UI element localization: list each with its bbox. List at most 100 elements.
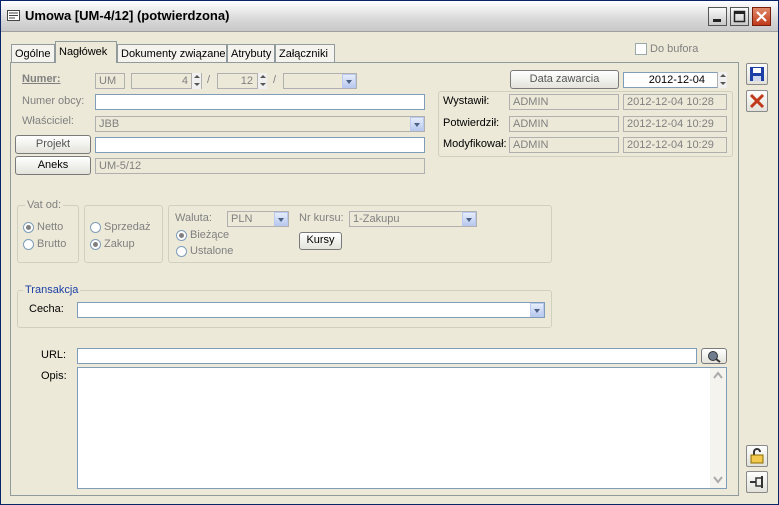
- maximize-button[interactable]: [730, 7, 749, 26]
- chevron-down-icon[interactable]: [530, 303, 544, 317]
- numer-obcy-label: Numer obcy:: [22, 95, 85, 107]
- tab-label: Załączniki: [279, 48, 328, 60]
- nr-kursu-value: 1-Zakupu: [353, 213, 400, 225]
- cecha-label: Cecha:: [29, 303, 64, 315]
- vat-netto-radio[interactable]: [23, 222, 34, 233]
- url-label: URL:: [41, 349, 67, 361]
- wystawil-date: 2012-12-04 10:28: [623, 94, 727, 110]
- window-title: Umowa [UM-4/12] (potwierdzona): [25, 8, 230, 23]
- url-browse-button[interactable]: [701, 348, 727, 364]
- pin-button[interactable]: [746, 471, 768, 493]
- sprzedaz-label: Sprzedaż: [104, 221, 151, 233]
- numer-obcy-input[interactable]: [95, 94, 425, 110]
- minimize-button[interactable]: [708, 7, 727, 26]
- tab-label: Nagłówek: [59, 46, 108, 58]
- contract-window: Umowa [UM-4/12] (potwierdzona) Ogólne Na…: [0, 0, 779, 505]
- save-button[interactable]: [746, 63, 768, 85]
- kurs-biezace-radio[interactable]: [176, 230, 187, 241]
- kurs-ustalone-radio[interactable]: [176, 246, 187, 257]
- pin-icon: [750, 476, 763, 488]
- nr-kursu-select[interactable]: 1-Zakupu: [349, 211, 477, 227]
- cancel-button[interactable]: [746, 90, 768, 112]
- projekt-button[interactable]: Projekt: [15, 135, 91, 154]
- opis-label: Opis:: [41, 370, 67, 382]
- transakcja-legend: Transakcja: [23, 284, 81, 296]
- close-window-button[interactable]: [752, 7, 771, 26]
- numer-separator: /: [273, 74, 277, 86]
- tab-label: Atrybuty: [231, 48, 272, 60]
- kursy-button[interactable]: Kursy: [299, 232, 342, 250]
- globe-search-icon: [708, 351, 721, 363]
- maximize-icon: [733, 10, 746, 23]
- waluta-select[interactable]: PLN: [227, 211, 289, 227]
- waluta-value: PLN: [231, 213, 253, 225]
- numer-year-value: 12: [240, 75, 253, 87]
- do-bufora-label: Do bufora: [650, 43, 699, 55]
- cecha-select[interactable]: [77, 302, 545, 318]
- url-input[interactable]: [77, 348, 697, 364]
- floppy-disk-icon: [750, 67, 764, 81]
- unlocked-padlock-icon: [750, 448, 764, 464]
- data-zawarcia-button[interactable]: Data zawarcia: [510, 70, 619, 89]
- tab-label: Dokumenty związane: [121, 48, 226, 60]
- chevron-down-icon[interactable]: [274, 212, 288, 226]
- numer-year-spinner[interactable]: [257, 73, 267, 89]
- scroll-down-icon: [713, 476, 723, 484]
- waluta-label: Waluta:: [175, 212, 212, 224]
- document-icon: [7, 10, 20, 21]
- direction-group: [84, 205, 163, 263]
- modyfikowal-label: Modyfikował:: [443, 138, 507, 150]
- tab-naglowek[interactable]: Nagłówek: [55, 41, 117, 63]
- modyfikowal-user: ADMIN: [509, 137, 619, 153]
- vat-brutto-radio[interactable]: [23, 239, 34, 250]
- projekt-input[interactable]: [95, 137, 425, 153]
- opis-textarea[interactable]: [77, 367, 727, 489]
- wlasciciel-value: JBB: [99, 118, 120, 130]
- tab-dokumenty-zwiazane[interactable]: Dokumenty związane: [117, 44, 227, 62]
- chevron-down-icon[interactable]: [462, 212, 476, 226]
- numer-number-spinner[interactable]: [191, 73, 201, 89]
- scroll-up-icon: [713, 371, 723, 379]
- tab-atrybuty[interactable]: Atrybuty: [227, 44, 275, 62]
- nr-kursu-label: Nr kursu:: [299, 212, 344, 224]
- tab-zalaczniki[interactable]: Załączniki: [275, 44, 335, 62]
- potwierdzil-user: ADMIN: [509, 116, 619, 132]
- vat-brutto-label: Brutto: [37, 238, 67, 250]
- wlasciciel-select[interactable]: JBB: [95, 116, 425, 132]
- vat-netto-label: Netto: [37, 221, 64, 233]
- numer-prefix-field: UM: [95, 73, 125, 89]
- zakup-radio[interactable]: [90, 239, 101, 250]
- data-zawarcia-value: 2012-12-04: [648, 74, 705, 86]
- close-icon: [756, 11, 767, 22]
- numer-suffix-select[interactable]: [283, 73, 357, 89]
- numer-separator: /: [207, 74, 211, 86]
- red-x-icon: [749, 93, 765, 109]
- numer-label-text: Numer:: [22, 73, 61, 85]
- potwierdzil-label: Potwierdził:: [443, 117, 500, 129]
- wystawil-user: ADMIN: [509, 94, 619, 110]
- sprzedaz-radio[interactable]: [90, 222, 101, 233]
- vat-group: [17, 205, 79, 263]
- vat-legend: Vat od:: [25, 199, 64, 211]
- chevron-down-icon[interactable]: [410, 117, 424, 131]
- aneks-button[interactable]: Aneks: [15, 156, 91, 175]
- kurs-ustalone-label: Ustalone: [190, 245, 234, 257]
- numer-label: Numer:: [22, 73, 61, 85]
- tab-ogolne[interactable]: Ogólne: [11, 44, 55, 62]
- data-zawarcia-field[interactable]: 2012-12-04: [623, 72, 718, 88]
- numer-number-value: 4: [181, 75, 188, 87]
- kurs-biezace-label: Bieżące: [190, 229, 230, 241]
- chevron-down-icon[interactable]: [342, 74, 356, 88]
- unlock-button[interactable]: [746, 445, 768, 467]
- potwierdzil-date: 2012-12-04 10:29: [623, 116, 727, 132]
- wlasciciel-label: Właściciel:: [22, 115, 74, 127]
- title-bar[interactable]: Umowa [UM-4/12] (potwierdzona): [1, 1, 778, 32]
- opis-scrollbar[interactable]: [710, 368, 726, 488]
- data-zawarcia-spinner[interactable]: [717, 72, 727, 88]
- wystawil-label: Wystawił:: [443, 95, 490, 107]
- tab-label: Ogólne: [15, 48, 51, 60]
- zakup-label: Zakup: [104, 238, 135, 250]
- minimize-icon: [713, 19, 721, 22]
- aneks-field: UM-5/12: [95, 158, 425, 174]
- do-bufora-checkbox[interactable]: [635, 43, 647, 55]
